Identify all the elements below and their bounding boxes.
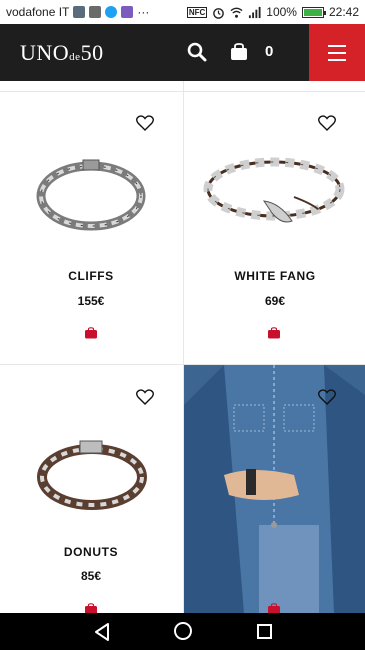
- battery-percent: 100%: [266, 5, 297, 19]
- signal-icon: [249, 6, 261, 18]
- hamburger-menu-icon[interactable]: [309, 24, 365, 81]
- cart-icon[interactable]: [267, 603, 281, 613]
- product-grid: CLIFFS 155€ WHITE FANG 69€ DONUTS 85€: [0, 81, 365, 613]
- cart-icon[interactable]: [84, 603, 98, 613]
- product-price: 85€: [80, 569, 102, 583]
- product-name[interactable]: CLIFFS: [0, 269, 182, 283]
- product-name[interactable]: DONUTS: [0, 545, 182, 559]
- cart-count[interactable]: 0: [265, 43, 273, 60]
- logo-main: UNO: [20, 40, 70, 65]
- wifi-icon: [230, 7, 243, 18]
- cart-icon[interactable]: [84, 327, 98, 339]
- bracelet-image[interactable]: [36, 157, 146, 235]
- battery-icon: [301, 6, 326, 18]
- product-name[interactable]: WHITE FANG: [184, 269, 365, 283]
- notification-app-icon: [89, 6, 102, 18]
- status-bar: vodafone IT ··· NFC 100% 22:42: [0, 0, 365, 24]
- heart-icon[interactable]: [318, 115, 336, 131]
- system-nav-bar: [0, 613, 365, 650]
- carrier-name: vodafone IT: [6, 5, 70, 19]
- notification-app-icon: [121, 6, 134, 18]
- lifestyle-photo-card[interactable]: [184, 365, 365, 613]
- product-card[interactable]: DONUTS 85€: [0, 365, 182, 613]
- heart-icon[interactable]: [318, 389, 336, 405]
- alarm-icon: [213, 7, 225, 19]
- nfc-icon: NFC: [186, 6, 208, 18]
- product-card[interactable]: WHITE FANG 69€: [184, 81, 365, 364]
- model-photo: [184, 365, 365, 613]
- more-notifications: ···: [137, 5, 150, 19]
- search-icon[interactable]: [186, 41, 208, 63]
- bracelet-image[interactable]: [202, 151, 347, 231]
- logo-small: de: [69, 51, 81, 63]
- product-price: 69€: [264, 294, 286, 308]
- heart-icon[interactable]: [136, 115, 154, 131]
- site-header: UNOde50 0: [0, 24, 365, 81]
- product-price: 155€: [77, 294, 105, 308]
- cart-icon[interactable]: [267, 327, 281, 339]
- product-card[interactable]: CLIFFS 155€: [0, 81, 182, 364]
- brand-logo[interactable]: UNOde50: [20, 40, 104, 66]
- bracelet-image[interactable]: [36, 437, 148, 512]
- heart-icon[interactable]: [136, 389, 154, 405]
- clock: 22:42: [328, 5, 359, 19]
- logo-number: 50: [80, 40, 104, 65]
- shopping-bag-icon[interactable]: [228, 41, 250, 63]
- twitter-icon: [105, 6, 118, 18]
- notification-app-icon: [73, 6, 86, 18]
- home-icon[interactable]: [174, 622, 192, 640]
- recent-apps-icon[interactable]: [257, 624, 272, 639]
- back-icon[interactable]: [92, 622, 112, 642]
